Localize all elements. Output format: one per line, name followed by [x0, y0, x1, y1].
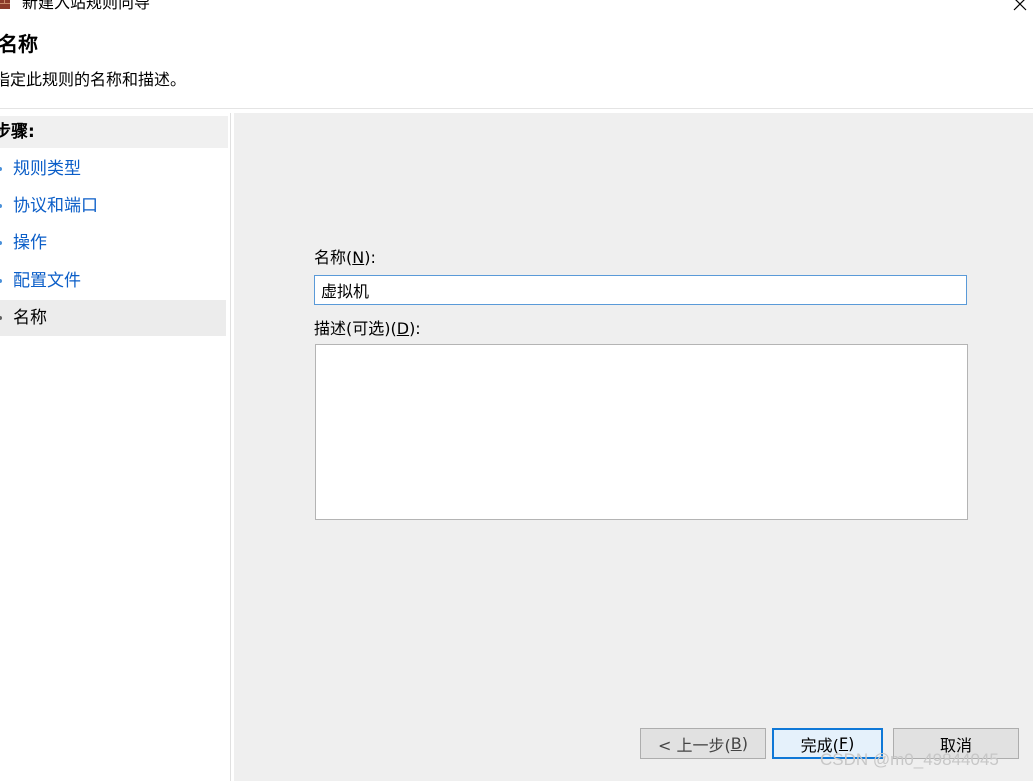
back-button[interactable]: < 上一步(B) [640, 728, 766, 759]
description-textarea[interactable] [315, 344, 968, 520]
step-bullet [0, 316, 2, 320]
step-label: 操作 [13, 233, 47, 253]
name-field-label: 名称(N): [314, 248, 376, 267]
cancel-button[interactable]: 取消 [893, 728, 1019, 759]
header-divider [0, 108, 1033, 109]
steps-header: 步骤: [0, 116, 228, 148]
window-title: 新建入站规则向导 [22, 0, 151, 12]
step-bullet [0, 167, 2, 171]
step-label: 配置文件 [13, 271, 81, 291]
name-input[interactable] [314, 275, 967, 305]
step-label: 协议和端口 [13, 196, 98, 216]
main-pane: 名称(N): 描述(可选)(D): < 上一步(B) 完成(F) 取消 [234, 113, 1033, 781]
step-rule-type[interactable]: 规则类型 [0, 151, 226, 187]
steps-pane: 步骤: 规则类型 协议和端口 操作 配置文件 名称 [0, 113, 231, 781]
step-bullet [0, 279, 2, 283]
step-bullet [0, 241, 2, 245]
description-field-label: 描述(可选)(D): [314, 319, 421, 338]
step-action[interactable]: 操作 [0, 225, 226, 261]
title-bar: 新建入站规则向导 [0, 0, 1033, 22]
page-title: 名称 [0, 32, 38, 56]
step-bullet [0, 204, 2, 208]
close-button[interactable] [1007, 0, 1033, 16]
step-name-current: 名称 [0, 300, 226, 336]
step-label: 规则类型 [13, 159, 81, 179]
step-label: 名称 [13, 308, 47, 328]
step-protocol-ports[interactable]: 协议和端口 [0, 188, 226, 224]
steps-heading: 步骤: [0, 122, 35, 142]
close-icon [1013, 0, 1027, 11]
page-subtitle: 指定此规则的名称和描述。 [0, 70, 187, 89]
finish-button[interactable]: 完成(F) [772, 728, 883, 759]
step-profile[interactable]: 配置文件 [0, 263, 226, 299]
firewall-icon [0, 0, 10, 9]
